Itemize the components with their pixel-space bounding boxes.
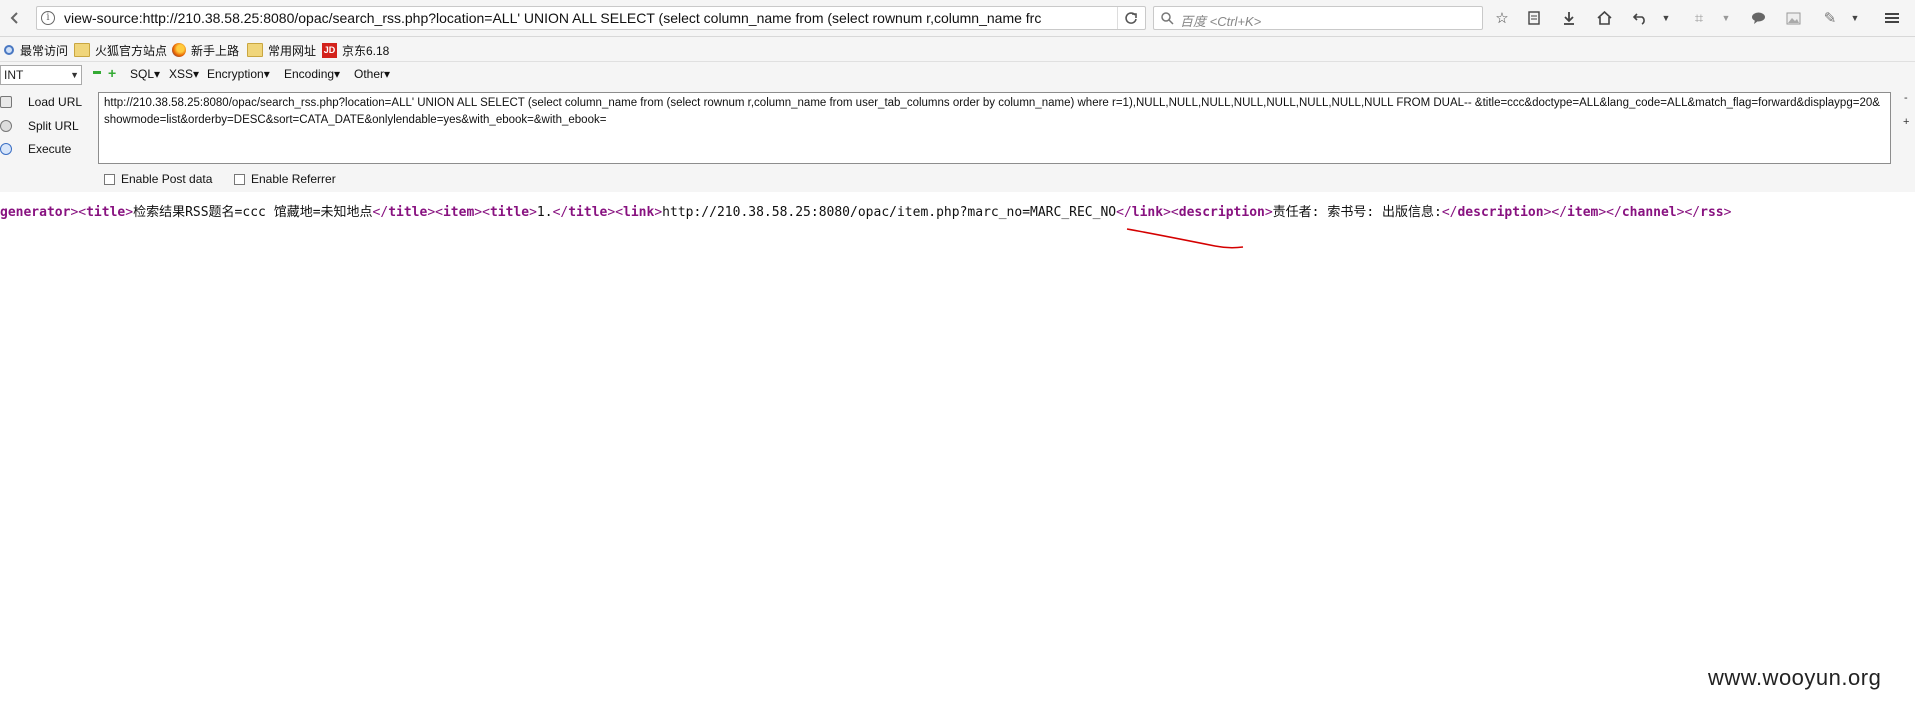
- eyedropper-icon[interactable]: ✎: [1820, 8, 1840, 28]
- url-bar[interactable]: i view-source:http://210.38.58.25:8080/o…: [36, 6, 1146, 30]
- search-bar[interactable]: 百度 <Ctrl+K>: [1153, 6, 1483, 30]
- source-description-text: 责任者: 索书号: 出版信息:: [1272, 205, 1442, 220]
- split-url-button[interactable]: Split URL: [0, 116, 79, 136]
- type-select-value: INT: [4, 68, 24, 82]
- url-textarea[interactable]: http://210.38.58.25:8080/opac/search_rss…: [98, 92, 1891, 164]
- execute-label: Execute: [28, 142, 72, 156]
- reload-icon: [1125, 12, 1137, 24]
- bookmark-jd[interactable]: JD 京东6.18: [322, 41, 389, 59]
- type-select[interactable]: INT ▼: [0, 65, 82, 85]
- firefox-icon: [172, 43, 186, 57]
- back-button[interactable]: [3, 6, 27, 30]
- expand-textarea-button[interactable]: +: [1903, 116, 1909, 128]
- crop-icon[interactable]: ⌗: [1689, 8, 1709, 28]
- url-text[interactable]: view-source:http://210.38.58.25:8080/opa…: [64, 10, 1114, 26]
- enable-referrer-label: Enable Referrer: [251, 172, 336, 186]
- source-tag-name: generator: [0, 205, 71, 220]
- red-underline-annotation: [1126, 228, 1244, 249]
- enable-post-checkbox[interactable]: Enable Post data: [104, 172, 212, 186]
- enable-post-label: Enable Post data: [121, 172, 213, 186]
- bookmark-label: 京东6.18: [342, 43, 390, 58]
- chevron-down-icon[interactable]: ▼: [1656, 8, 1676, 28]
- bookmark-label: 新手上路: [191, 43, 240, 58]
- bookmark-label: 常用网址: [268, 43, 317, 58]
- reading-list-icon[interactable]: [1524, 8, 1544, 28]
- info-icon[interactable]: i: [41, 11, 55, 25]
- load-url-label: Load URL: [28, 95, 83, 109]
- search-icon: [1161, 12, 1174, 25]
- execute-button[interactable]: Execute: [0, 139, 71, 159]
- chat-icon[interactable]: [1748, 8, 1768, 28]
- checkbox-box[interactable]: [104, 173, 115, 185]
- source-code-line: generator><title>检索结果RSS题名=ccc 馆藏地=未知地点<…: [0, 205, 1732, 220]
- shrink-textarea-button[interactable]: -: [1904, 92, 1908, 104]
- bookmark-common-sites[interactable]: 常用网址: [247, 41, 316, 59]
- scissors-icon: [0, 120, 12, 132]
- home-icon[interactable]: [1594, 8, 1614, 28]
- bookmark-star-icon[interactable]: ☆: [1492, 8, 1512, 28]
- search-placeholder: 百度 <Ctrl+K>: [1180, 14, 1262, 29]
- menu-xss[interactable]: XSS▾: [169, 67, 199, 81]
- menu-sql[interactable]: SQL▾: [130, 67, 160, 81]
- gear-icon: [4, 45, 14, 55]
- bookmark-label: 火狐官方站点: [95, 43, 168, 58]
- bookmark-label: 最常访问: [20, 43, 69, 58]
- chevron-down-icon: ▼: [70, 70, 79, 80]
- download-icon[interactable]: [1559, 8, 1579, 28]
- menu-encoding[interactable]: Encoding▾: [284, 67, 340, 81]
- hackbar-panel: INT ▼ + SQL▾ XSS▾ Encryption▾ Encoding▾ …: [0, 62, 1915, 192]
- back-arrow-icon: [10, 12, 18, 24]
- plus-icon[interactable]: +: [108, 65, 116, 81]
- bookmark-getting-started[interactable]: 新手上路: [172, 41, 239, 59]
- image-icon[interactable]: [1783, 8, 1803, 28]
- bookmark-most-visited[interactable]: 最常访问: [2, 41, 68, 59]
- source-item-title: 1.: [536, 205, 553, 220]
- source-link-text: http://210.38.58.25:8080/opac/item.php?m…: [662, 205, 1117, 220]
- chevron-down-icon[interactable]: ▼: [1716, 8, 1736, 28]
- folder-icon: [74, 43, 90, 57]
- source-title-text: 检索结果RSS题名=ccc 馆藏地=未知地点: [133, 205, 373, 220]
- minus-icon[interactable]: [93, 71, 101, 74]
- hamburger-menu-icon[interactable]: [1882, 8, 1902, 28]
- menu-encryption[interactable]: Encryption▾: [207, 67, 270, 81]
- jd-icon: JD: [322, 42, 337, 58]
- menu-other[interactable]: Other▾: [354, 67, 390, 81]
- load-url-button[interactable]: Load URL: [0, 92, 82, 112]
- enable-referrer-checkbox[interactable]: Enable Referrer: [234, 172, 336, 186]
- checkbox-box[interactable]: [234, 173, 245, 185]
- bookmarks-bar: 最常访问 火狐官方站点 新手上路 常用网址 JD 京东6.18: [0, 37, 1915, 62]
- folder-icon: [247, 43, 263, 57]
- play-icon: [0, 143, 12, 155]
- navigation-toolbar: i view-source:http://210.38.58.25:8080/o…: [0, 0, 1915, 37]
- bookmark-firefox-site[interactable]: 火狐官方站点: [74, 41, 167, 59]
- split-url-label: Split URL: [28, 119, 79, 133]
- load-url-icon: [0, 96, 12, 108]
- undo-icon[interactable]: [1630, 8, 1650, 28]
- reload-button[interactable]: [1117, 7, 1144, 29]
- chevron-down-icon[interactable]: ▼: [1845, 8, 1865, 28]
- watermark: www.wooyun.org: [1708, 665, 1882, 690]
